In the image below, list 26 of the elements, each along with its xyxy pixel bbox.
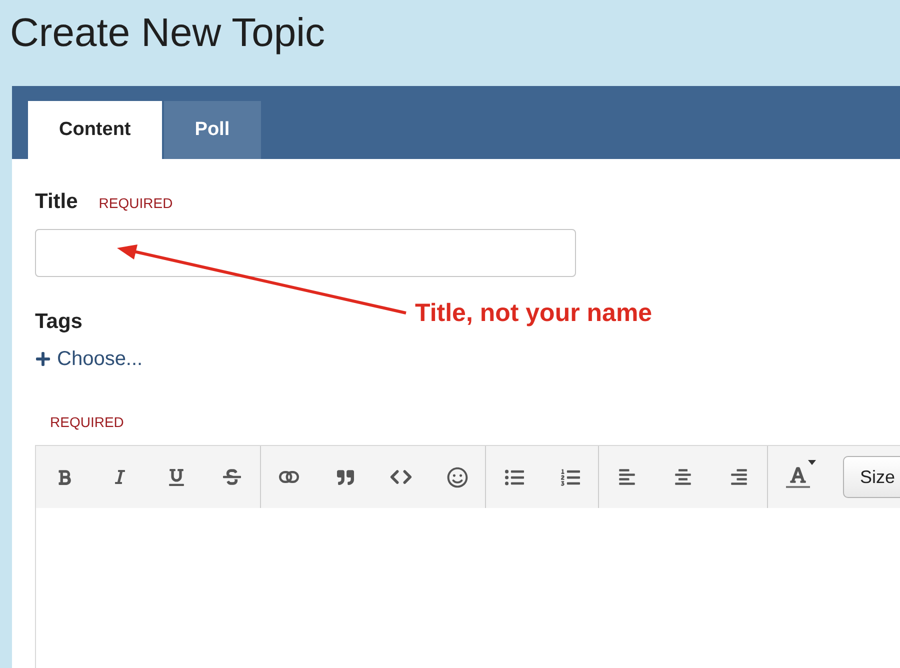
caret-icon — [808, 460, 816, 465]
plus-icon — [35, 351, 51, 367]
annotation-text: Title, not your name — [415, 298, 652, 328]
underline-icon[interactable] — [168, 468, 184, 486]
page-title: Create New Topic — [9, 10, 325, 56]
title-input[interactable] — [35, 229, 576, 277]
numbered-list-icon[interactable] — [560, 468, 580, 486]
align-center-icon[interactable] — [674, 468, 692, 486]
tags-label: Tags — [35, 310, 82, 334]
required-label: REQUIRED — [98, 195, 173, 211]
bullet-list-icon[interactable] — [504, 468, 524, 486]
tab[interactable]: Poll — [164, 101, 261, 159]
bold-icon[interactable] — [56, 468, 72, 486]
font-color-icon[interactable] — [786, 466, 810, 488]
link-icon[interactable] — [279, 471, 299, 483]
italic-icon[interactable] — [112, 469, 128, 485]
align-left-icon[interactable] — [618, 468, 636, 486]
required-label: REQUIRED — [50, 414, 124, 430]
strikethrough-icon[interactable] — [223, 468, 241, 486]
quote-icon[interactable] — [336, 468, 354, 486]
size-dropdown[interactable]: Size — [843, 456, 900, 498]
title-label: Title — [35, 190, 78, 214]
smiley-icon[interactable] — [446, 466, 468, 488]
tab[interactable]: Content — [28, 101, 162, 159]
choose-tags-link[interactable]: Choose... — [35, 346, 143, 372]
align-right-icon[interactable] — [730, 468, 748, 486]
